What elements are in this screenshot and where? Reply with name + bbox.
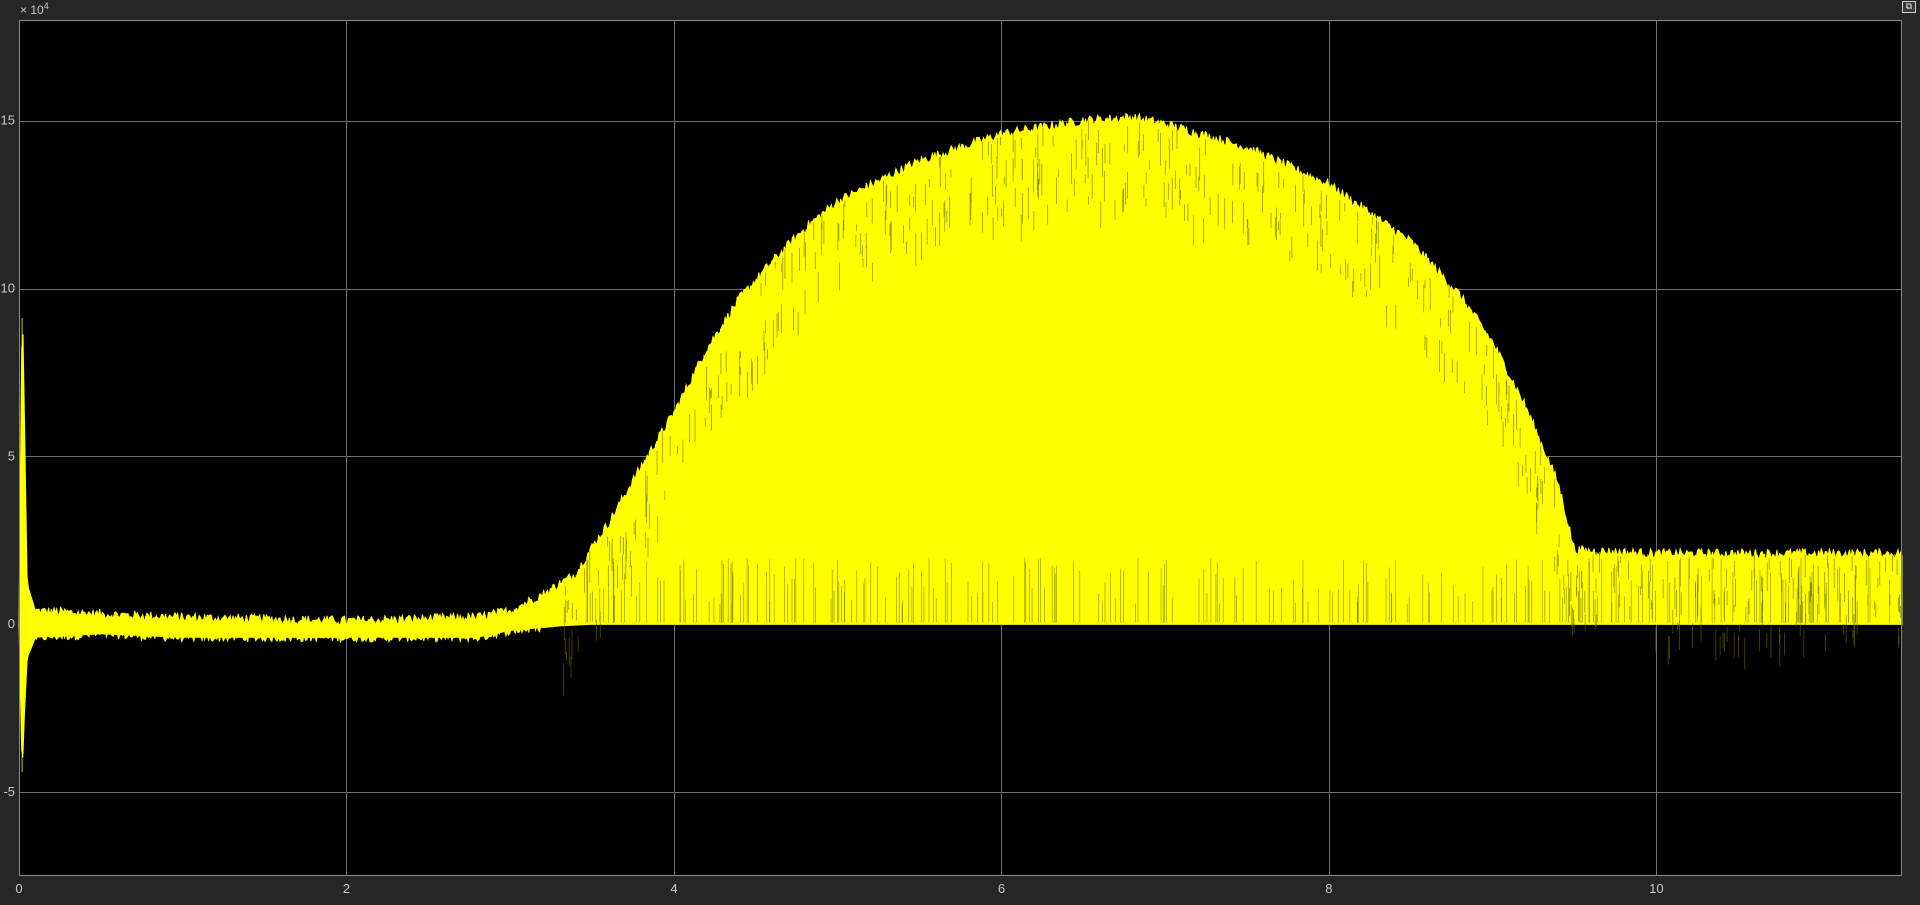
x-tick-labels: 0 2 4 6 8 10 (15, 881, 1663, 896)
y-exponent-label: × 104 (20, 1, 49, 17)
scope-plot[interactable]: 0 2 4 6 8 10 -5 0 5 10 15 × 104 (0, 0, 1920, 905)
scope-window: 0 2 4 6 8 10 -5 0 5 10 15 × 104 ⧉ (0, 0, 1920, 905)
y-tick-label: -5 (3, 784, 15, 799)
x-tick-label: 6 (998, 881, 1005, 896)
x-tick-label: 10 (1649, 881, 1663, 896)
y-tick-label: 15 (1, 113, 15, 128)
y-tick-labels: -5 0 5 10 15 (1, 113, 15, 799)
x-tick-label: 2 (343, 881, 350, 896)
y-tick-label: 0 (8, 616, 15, 631)
y-tick-label: 5 (8, 448, 15, 463)
x-tick-label: 0 (15, 881, 22, 896)
undock-icon: ⧉ (1905, 2, 1913, 12)
y-tick-label: 10 (1, 281, 15, 296)
x-tick-label: 8 (1325, 881, 1332, 896)
x-tick-label: 4 (670, 881, 677, 896)
undock-button[interactable]: ⧉ (1902, 1, 1916, 13)
